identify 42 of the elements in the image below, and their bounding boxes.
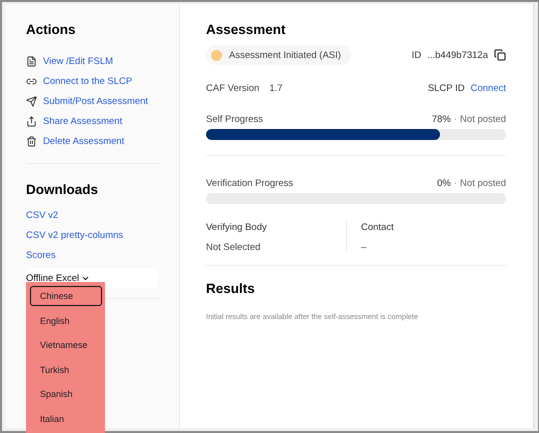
section-title: Results — [206, 281, 256, 296]
field-label: Contact — [361, 222, 395, 233]
action-link[interactable]: Delete Assessment — [26, 131, 179, 151]
action-link[interactable]: View /Edit FSLM — [26, 51, 179, 71]
field-value: – — [361, 242, 368, 253]
action-link[interactable]: Share Assessment — [26, 111, 179, 131]
status-badge: Assessment Initiated (ASI) — [206, 45, 351, 65]
section-title: Actions — [26, 22, 77, 37]
progress-status: Not posted — [460, 114, 506, 125]
section-title: Downloads — [26, 182, 100, 197]
action-link[interactable]: Connect to the SLCP — [26, 71, 179, 91]
field-label: Verifying Body — [206, 222, 268, 233]
menu-item[interactable]: Vietnamese — [30, 335, 102, 355]
field-value: Not Selected — [206, 242, 262, 253]
menu-item[interactable]: Spanish — [30, 384, 102, 404]
id-value: ...b449b7312a — [427, 50, 488, 60]
field-label: CAF Version — [206, 83, 260, 94]
copy-icon[interactable] — [494, 49, 506, 61]
menu-item[interactable]: Chinese — [30, 286, 102, 306]
menu-item[interactable]: Italian — [30, 408, 102, 428]
progress-percent: 78% — [432, 114, 451, 125]
section-title: Assessment — [206, 22, 287, 37]
download-link[interactable]: Scores — [26, 246, 179, 266]
action-link[interactable]: Submit/Post Assessment — [26, 91, 179, 111]
progress-label: Verification Progress — [206, 178, 294, 189]
download-link[interactable]: CSV v2 — [26, 206, 179, 226]
progress-percent: 0% — [437, 178, 451, 189]
separator-dot: · — [454, 178, 458, 189]
field-label: SLCP ID — [428, 83, 465, 94]
menu-item[interactable]: Turkish — [30, 360, 102, 380]
field-value: 1.7 — [269, 83, 283, 94]
progress-label: Self Progress — [206, 114, 264, 125]
progress-status: Not posted — [460, 178, 506, 189]
trash-icon — [26, 136, 37, 146]
share-icon — [26, 116, 37, 126]
separator-dot: · — [454, 114, 458, 125]
download-link[interactable]: CSV v2 pretty-columns — [26, 226, 179, 246]
document-icon — [26, 56, 37, 66]
connect-link[interactable]: Connect — [470, 83, 506, 94]
paper-plane-icon — [26, 96, 37, 106]
id-label: ID — [412, 50, 422, 60]
menu-item[interactable]: English — [30, 310, 102, 330]
